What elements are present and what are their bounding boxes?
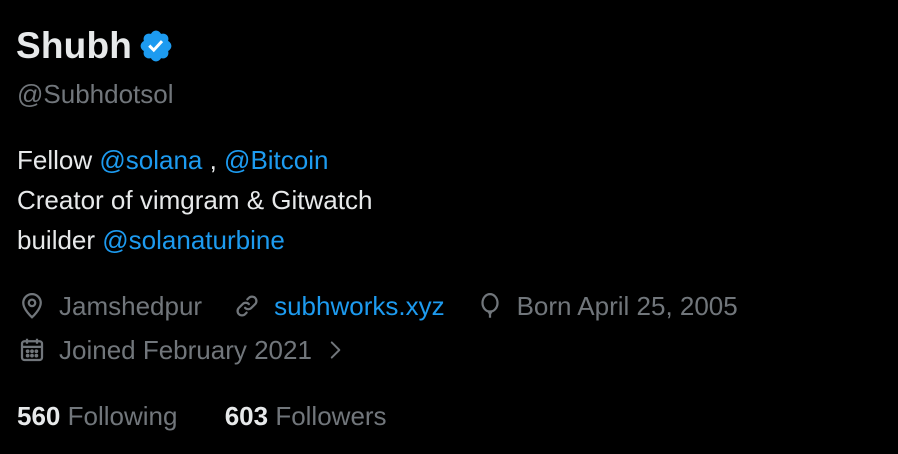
bio-text: Fellow [17, 145, 100, 175]
birthday-text: Born April 25, 2005 [516, 291, 738, 321]
display-name: Shubh [16, 25, 133, 66]
meta-row-2[interactable]: Joined February 2021 [17, 328, 768, 372]
website-link[interactable]: subhworks.xyz [274, 285, 445, 327]
joined-item[interactable]: Joined February 2021 [17, 329, 348, 371]
bio-text: builder [17, 225, 103, 255]
link-icon [236, 295, 258, 317]
bio-line-1: Fellow @solana , @Bitcoin [17, 140, 372, 180]
followers-count: 603 [224, 401, 269, 431]
following-count: 560 [17, 401, 61, 431]
name-row: Shubh [16, 24, 174, 68]
following-link[interactable]: 560 Following [17, 398, 177, 434]
follow-stats: 560 Following 603 Followers [17, 398, 427, 434]
meta-row-1: Jamshedpur subhworks.xyz Born April 25, … [17, 284, 768, 328]
followers-link[interactable]: 603 Followers [225, 398, 387, 434]
website-item[interactable]: subhworks.xyz [232, 285, 445, 327]
mention-solana-link[interactable]: @solana [99, 145, 202, 175]
bio: Fellow @solana , @Bitcoin Creator of vim… [17, 140, 372, 260]
bio-text: , [202, 145, 225, 175]
location-item: Jamshedpur [17, 285, 202, 327]
mention-solanaturbine-link[interactable]: @solanaturbine [102, 225, 285, 255]
balloon-icon [480, 293, 499, 318]
profile-meta: Jamshedpur subhworks.xyz Born April 25, … [17, 284, 768, 372]
location-text: Jamshedpur [59, 291, 203, 321]
joined-text: Joined February 2021 [59, 335, 312, 365]
chevron-right-icon[interactable] [322, 337, 348, 363]
followers-label: Followers [275, 401, 387, 431]
verified-badge-icon[interactable] [138, 28, 174, 64]
user-handle: @Subhdotsol [17, 79, 174, 109]
birthday-item: Born April 25, 2005 [475, 285, 738, 327]
calendar-icon [20, 338, 44, 362]
bio-line-2: Creator of vimgram & Gitwatch [17, 185, 373, 215]
bio-line-3: builder @solanaturbine [17, 220, 372, 260]
location-icon [22, 293, 42, 319]
following-label: Following [67, 401, 178, 431]
mention-bitcoin-link[interactable]: @Bitcoin [224, 145, 328, 175]
